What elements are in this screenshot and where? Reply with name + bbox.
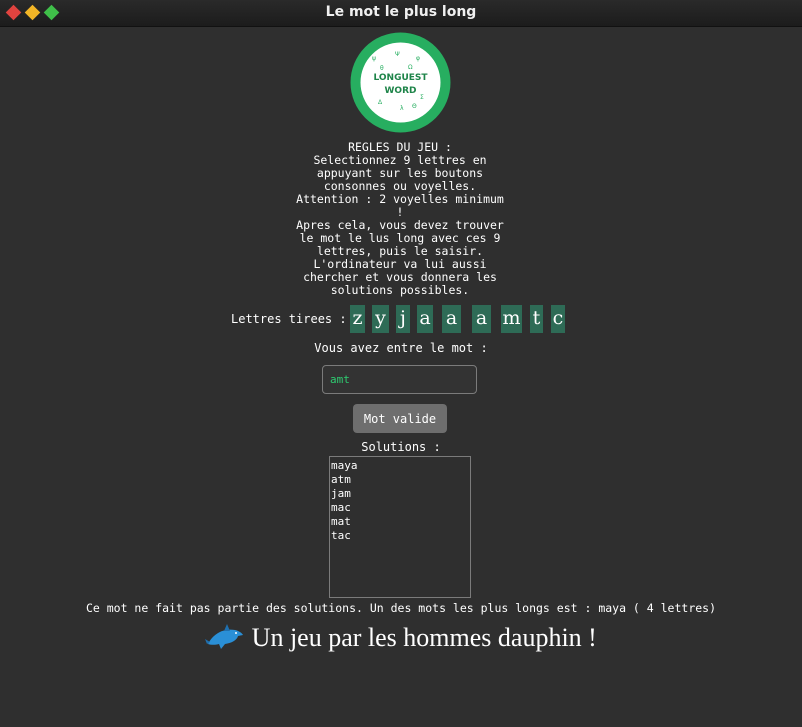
letter-tile: a (442, 305, 461, 333)
solutions-label: Solutions : (361, 440, 441, 454)
window-title: Le mot le plus long (325, 4, 477, 20)
title-bar: Le mot le plus long (0, 0, 802, 27)
svg-text:φ: φ (416, 55, 420, 62)
svg-text:λ: λ (400, 105, 404, 112)
dolphin-icon (205, 624, 244, 649)
letter-tile: c (551, 305, 565, 333)
svg-text:Θ: Θ (412, 103, 417, 110)
svg-text:ψ: ψ (372, 55, 376, 62)
letter-tile: a (417, 305, 433, 333)
footer: Un jeu par les hommes dauphin ! (0, 622, 802, 653)
svg-text:Ψ: Ψ (395, 51, 400, 58)
solution-item[interactable]: maya (331, 459, 470, 473)
footer-text: Un jeu par les hommes dauphin ! (251, 623, 597, 652)
solution-item[interactable]: jam (331, 487, 470, 501)
validate-word-button[interactable]: Mot valide (353, 404, 447, 433)
letter-tile: z (350, 305, 365, 333)
letter-tile: j (396, 305, 410, 333)
longuest-word-logo: ψ Ψ φ θ Ω Σ Δ λ Θ LONGUEST WORD (350, 32, 451, 133)
solution-item[interactable]: tac (331, 529, 470, 543)
letters-label: Lettres tirees : (231, 312, 347, 326)
letter-tile: a (472, 305, 491, 333)
solution-item[interactable]: mac (331, 501, 470, 515)
logo-text-line2: WORD (385, 86, 417, 96)
letter-tile: t (530, 305, 543, 333)
logo-text-line1: LONGUEST (373, 73, 428, 83)
solution-item[interactable]: mat (331, 515, 470, 529)
game-rules: REGLES DU JEU : Selectionnez 9 lettres e… (296, 140, 504, 297)
letter-tile: m (501, 305, 522, 333)
solution-item[interactable]: atm (331, 473, 470, 487)
svg-text:θ: θ (380, 65, 384, 72)
result-message: Ce mot ne fait pas partie des solutions.… (85, 601, 717, 615)
word-input[interactable] (322, 365, 477, 394)
letter-tile: y (372, 305, 389, 333)
entered-word-label: Vous avez entre le mot : (314, 341, 488, 355)
svg-text:Σ: Σ (420, 94, 424, 101)
solutions-list[interactable]: maya atm jam mac mat tac (329, 456, 471, 598)
svg-text:Ω: Ω (408, 64, 413, 71)
